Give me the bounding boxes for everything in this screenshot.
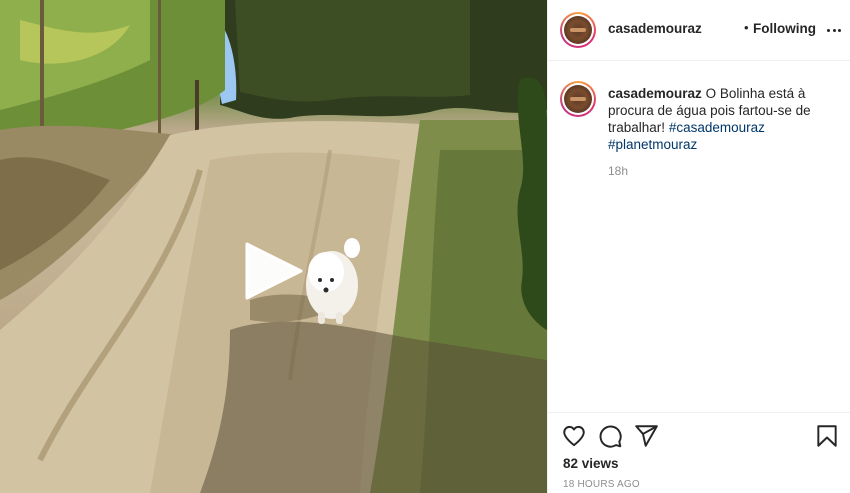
bookmark-icon[interactable] <box>814 423 840 449</box>
share-icon[interactable] <box>633 423 659 449</box>
heart-icon[interactable] <box>561 423 587 449</box>
post-sidebar: casademouraz • Following casademouraz O … <box>547 0 850 493</box>
more-options-icon[interactable] <box>824 20 844 40</box>
play-button[interactable] <box>243 240 305 302</box>
caption-avatar[interactable] <box>560 81 596 117</box>
actions-bar: 82 views 18 HOURS AGO <box>548 412 850 493</box>
post-timestamp[interactable]: 18 HOURS AGO <box>563 479 640 490</box>
post-video[interactable] <box>0 0 547 493</box>
avatar[interactable] <box>560 12 596 48</box>
caption-username[interactable]: casademouraz <box>608 86 702 101</box>
profile-picture <box>564 16 592 44</box>
caption-timestamp[interactable]: 18h <box>608 164 628 178</box>
instagram-post: casademouraz • Following casademouraz O … <box>0 0 850 493</box>
comment-icon[interactable] <box>597 423 623 449</box>
following-button[interactable]: Following <box>753 21 816 36</box>
profile-picture <box>564 85 592 113</box>
hashtag-link[interactable]: #planetmouraz <box>608 137 697 152</box>
separator-dot: • <box>744 20 749 35</box>
view-count[interactable]: 82 views <box>563 456 619 471</box>
post-header: casademouraz • Following <box>548 0 850 61</box>
header-username[interactable]: casademouraz <box>608 21 702 36</box>
play-icon <box>245 242 303 300</box>
hashtag-link[interactable]: #casademouraz <box>669 120 765 135</box>
caption-text: casademouraz O Bolinha está à procura de… <box>608 85 844 153</box>
